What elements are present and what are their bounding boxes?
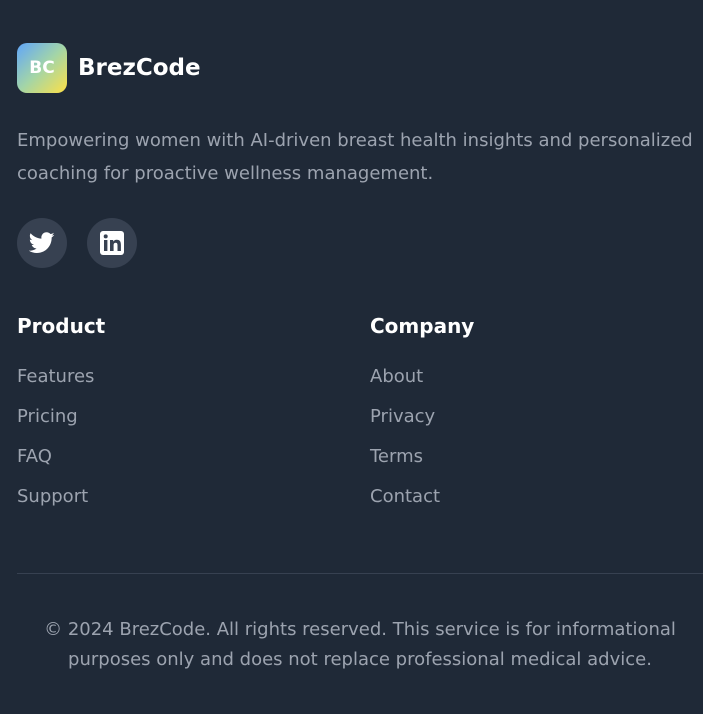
link-faq[interactable]: FAQ — [17, 446, 105, 486]
company-links: About Privacy Terms Contact — [370, 366, 474, 526]
product-links: Features Pricing FAQ Support — [17, 366, 105, 526]
link-terms[interactable]: Terms — [370, 446, 474, 486]
footer-divider — [17, 573, 703, 574]
brand[interactable]: BC BrezCode — [17, 43, 201, 93]
brand-name[interactable]: BrezCode — [78, 55, 201, 81]
product-column: Product Features Pricing FAQ Support — [17, 312, 105, 526]
product-heading: Product — [17, 314, 106, 338]
brand-logo[interactable]: BC — [17, 43, 67, 93]
tagline: Empowering women with AI-driven breast h… — [17, 130, 693, 184]
company-column: Company About Privacy Terms Contact — [370, 312, 474, 526]
link-pricing[interactable]: Pricing — [17, 406, 105, 446]
copyright-text: © 2024 BrezCode. All rights reserved. Th… — [44, 619, 676, 670]
brand-logo-text: BC — [29, 58, 55, 78]
twitter-icon — [29, 232, 55, 253]
company-heading: Company — [370, 314, 475, 338]
linkedin-link[interactable] — [87, 218, 137, 268]
site-footer: BC BrezCode Empowering women with AI-dri… — [17, 0, 703, 714]
link-support[interactable]: Support — [17, 486, 105, 526]
link-about[interactable]: About — [370, 366, 474, 406]
link-features[interactable]: Features — [17, 366, 105, 406]
linkedin-icon — [100, 231, 124, 255]
twitter-link[interactable] — [17, 218, 67, 268]
link-privacy[interactable]: Privacy — [370, 406, 474, 446]
link-contact[interactable]: Contact — [370, 486, 474, 526]
